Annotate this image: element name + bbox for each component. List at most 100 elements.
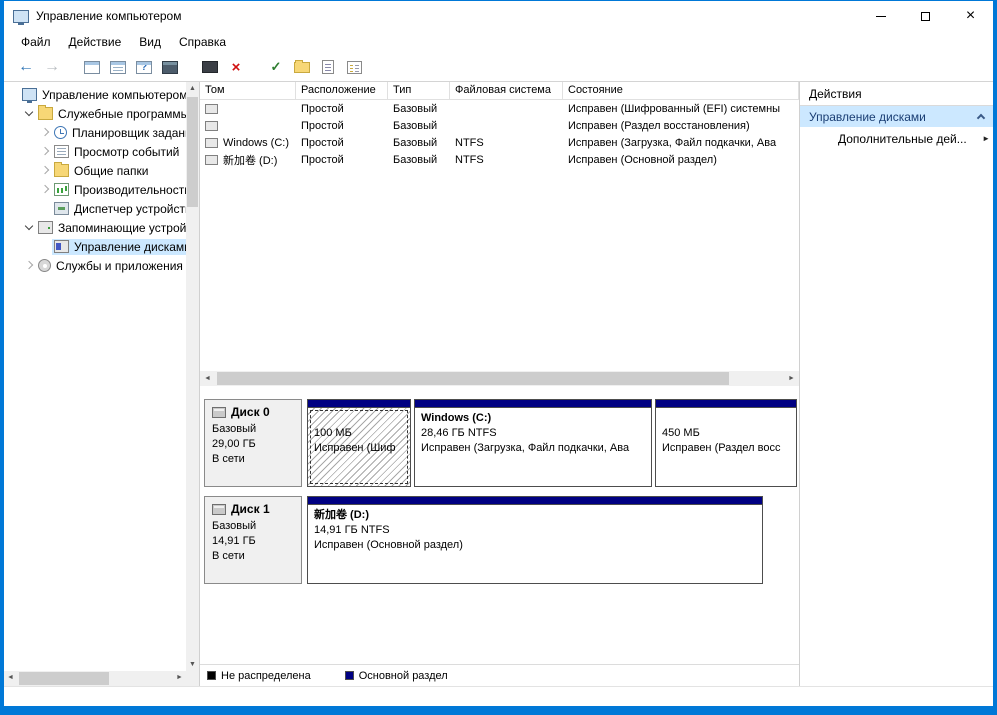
column-header-type[interactable]: Тип: [388, 82, 450, 100]
menu-view[interactable]: Вид: [130, 33, 170, 51]
scroll-track[interactable]: [17, 671, 173, 686]
folder-icon: [294, 62, 310, 73]
maximize-button[interactable]: [903, 1, 948, 31]
edit-button[interactable]: [316, 55, 340, 79]
scroll-track[interactable]: [186, 95, 199, 658]
tree-item-task-scheduler[interactable]: Планировщик заданий: [4, 123, 186, 142]
partition-windows-c[interactable]: Windows (C:) 28,46 ГБ NTFS Исправен (Заг…: [414, 399, 652, 487]
maximize-icon: [921, 12, 930, 21]
back-button[interactable]: ←: [14, 55, 38, 79]
chevron-collapsed-icon[interactable]: [39, 164, 52, 177]
volume-icon: [205, 138, 218, 148]
forward-button[interactable]: →: [40, 55, 64, 79]
actions-title: Действия: [800, 82, 993, 106]
scrollbar-corner: [186, 671, 199, 686]
partition-d[interactable]: 新加卷 (D:) 14,91 ГБ NTFS Исправен (Основно…: [307, 496, 763, 584]
volume-row[interactable]: Простой Базовый Исправен (Шифрованный (E…: [200, 100, 799, 117]
tree-item-shared-folders[interactable]: Общие папки: [4, 161, 186, 180]
volume-row[interactable]: 新加卷 (D:) Простой Базовый NTFS Исправен (…: [200, 151, 799, 168]
disk-icon: [212, 407, 226, 418]
event-viewer-icon: [54, 145, 69, 158]
delete-volume-button[interactable]: ×: [224, 55, 248, 79]
performance-icon: [54, 183, 69, 196]
collapse-section-icon[interactable]: [977, 114, 985, 122]
disk-1-label[interactable]: Диск 1 Базовый 14,91 ГБ В сети: [204, 496, 302, 584]
disk-0-partitions: 100 МБ Исправен (Шиф Windows (C:) 28,46 …: [307, 399, 795, 487]
scroll-down-icon[interactable]: ▼: [186, 658, 199, 671]
open-folder-button[interactable]: [290, 55, 314, 79]
chevron-collapsed-icon[interactable]: [39, 183, 52, 196]
volumes-header: Том Расположение Тип Файловая система Со…: [200, 82, 799, 100]
volume-row[interactable]: Простой Базовый Исправен (Раздел восстан…: [200, 117, 799, 134]
screen-button[interactable]: [198, 55, 222, 79]
chevron-expanded-icon[interactable]: [23, 107, 36, 120]
device-manager-icon: [54, 202, 69, 215]
partition-color-strip: [308, 400, 410, 408]
actions-more-actions[interactable]: Дополнительные дей... ►: [800, 127, 993, 150]
tree-item-event-viewer[interactable]: Просмотр событий: [4, 142, 186, 161]
check-volume-button[interactable]: ✓: [264, 55, 288, 79]
forward-icon: →: [44, 58, 60, 76]
column-header-layout[interactable]: Расположение: [296, 82, 388, 100]
tree-horizontal-scrollbar[interactable]: ◄ ►: [4, 671, 186, 686]
scroll-thumb[interactable]: [19, 672, 109, 685]
list-horizontal-scrollbar[interactable]: ◄ ►: [200, 371, 799, 386]
export-list-icon: [110, 61, 126, 74]
scroll-right-icon[interactable]: ►: [173, 671, 186, 684]
help-icon: ?: [136, 61, 152, 74]
check-icon: ✓: [271, 59, 282, 75]
chevron-collapsed-icon[interactable]: [23, 259, 36, 272]
column-header-volume[interactable]: Том: [200, 82, 296, 100]
tree-item-device-manager[interactable]: Диспетчер устройств: [4, 199, 186, 218]
scroll-right-icon[interactable]: ►: [784, 371, 799, 386]
fields-button[interactable]: [342, 55, 366, 79]
menu-file[interactable]: Файл: [12, 33, 60, 51]
disk-0-label[interactable]: Диск 0 Базовый 29,00 ГБ В сети: [204, 399, 302, 487]
tree-vertical-scrollbar[interactable]: ▲ ▼: [186, 82, 199, 671]
minimize-button[interactable]: [858, 1, 903, 31]
window-controls: ×: [858, 1, 993, 31]
back-icon: ←: [18, 58, 34, 76]
scroll-thumb[interactable]: [217, 372, 729, 385]
partition-recovery[interactable]: 450 МБ Исправен (Раздел восс: [655, 399, 797, 487]
tree-item-computer-management[interactable]: Управление компьютером (л: [4, 85, 186, 104]
actions-section-disk-management[interactable]: Управление дисками: [800, 106, 993, 127]
column-header-status[interactable]: Состояние: [563, 82, 799, 100]
tree-item-storage[interactable]: Запоминающие устройст: [4, 218, 186, 237]
chevron-expanded-icon[interactable]: [23, 221, 36, 234]
storage-icon: [38, 221, 53, 234]
chevron-collapsed-icon[interactable]: [39, 145, 52, 158]
tree-item-system-tools[interactable]: Служебные программы: [4, 104, 186, 123]
console-tree-button[interactable]: [80, 55, 104, 79]
menu-help[interactable]: Справка: [170, 33, 235, 51]
delete-icon: ×: [232, 59, 241, 76]
export-list-button[interactable]: [106, 55, 130, 79]
scroll-up-icon[interactable]: ▲: [186, 82, 199, 95]
tree-item-performance[interactable]: Производительность: [4, 180, 186, 199]
legend-primary-partition: Основной раздел: [345, 670, 448, 682]
scroll-track[interactable]: [215, 371, 784, 386]
tree-item-disk-management[interactable]: Управление дисками: [4, 237, 186, 256]
chevron-collapsed-icon[interactable]: [39, 126, 52, 139]
help-button[interactable]: ?: [132, 55, 156, 79]
menu-action[interactable]: Действие: [60, 33, 131, 51]
disk-icon: [212, 504, 226, 515]
toolbar: ← → ? × ✓: [4, 53, 993, 82]
system-tools-icon: [38, 107, 53, 120]
computer-icon: [22, 88, 37, 101]
disk-row-0: Диск 0 Базовый 29,00 ГБ В сети 100 МБ Ис…: [204, 399, 795, 487]
console-window-button[interactable]: [158, 55, 182, 79]
screen-icon: [202, 61, 218, 73]
tree-item-services-apps[interactable]: Службы и приложения: [4, 256, 186, 275]
scroll-left-icon[interactable]: ◄: [4, 671, 17, 684]
column-header-filesystem[interactable]: Файловая система: [450, 82, 563, 100]
scroll-thumb[interactable]: [187, 97, 198, 207]
disk-1-partitions: 新加卷 (D:) 14,91 ГБ NTFS Исправен (Основно…: [307, 496, 795, 584]
close-button[interactable]: ×: [948, 1, 993, 31]
scroll-left-icon[interactable]: ◄: [200, 371, 215, 386]
volume-row[interactable]: Windows (C:) Простой Базовый NTFS Исправ…: [200, 134, 799, 151]
window-bottom-strip: [4, 686, 993, 705]
console-tree-icon: [84, 61, 100, 74]
partition-efi[interactable]: 100 МБ Исправен (Шиф: [307, 399, 411, 487]
shared-folders-icon: [54, 164, 69, 177]
